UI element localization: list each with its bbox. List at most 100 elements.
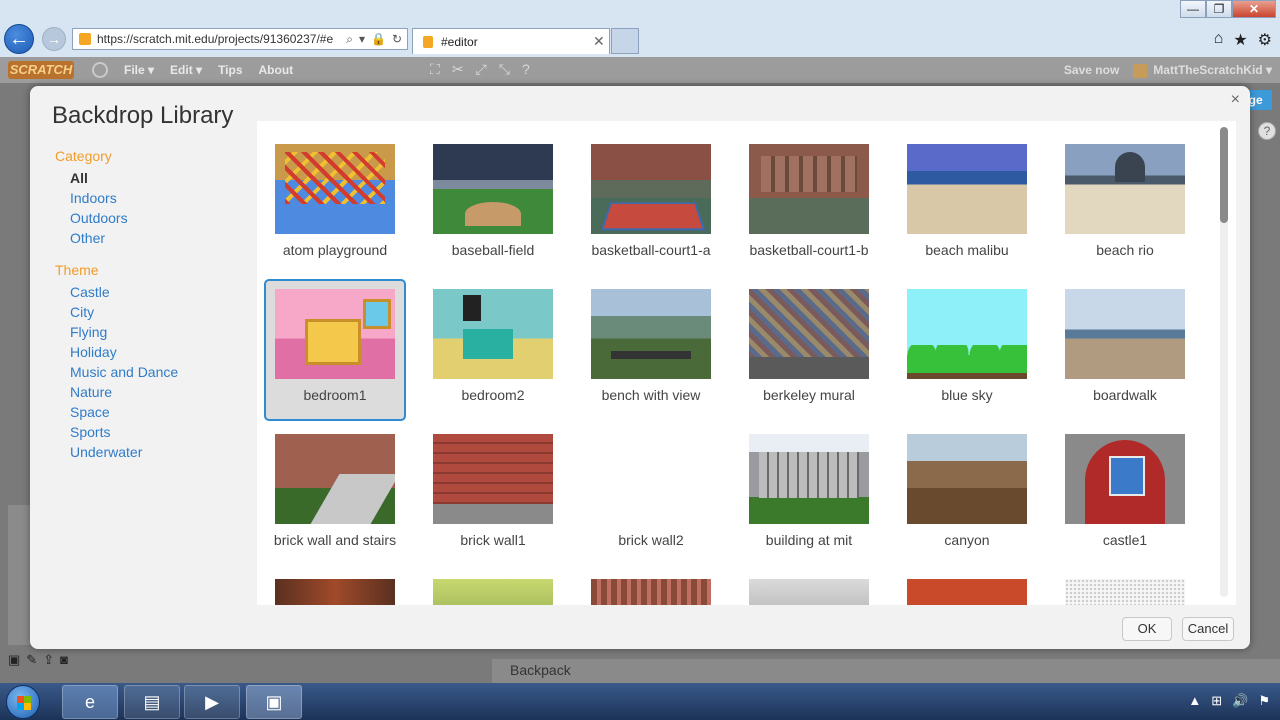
- browser-tab[interactable]: #editor ✕: [412, 28, 610, 54]
- paint-brush-icon[interactable]: ✎: [26, 652, 37, 668]
- backdrop-blue-sky[interactable]: blue sky: [896, 279, 1038, 421]
- site-favicon-icon: [79, 33, 91, 45]
- grid-scrollbar[interactable]: [1220, 127, 1228, 597]
- category-outdoors[interactable]: Outdoors: [55, 208, 255, 228]
- category-all[interactable]: All: [55, 168, 255, 188]
- backdrop-brick-wall1[interactable]: brick wall1: [422, 424, 564, 566]
- save-now-button[interactable]: Save now: [1064, 63, 1119, 78]
- paint-image-icon[interactable]: ▣: [8, 652, 20, 668]
- backdrop-thumbnail: [433, 434, 553, 524]
- scratch-menubar: SCRATCH File ▾ Edit ▾ Tips About ⛶ ✂ ⤢ ⤡…: [0, 57, 1280, 83]
- backpack-bar[interactable]: Backpack: [492, 659, 1280, 683]
- windows-taskbar: e ▤ ▶ ▣ ▲ ⊞ 🔊 ⚑: [0, 683, 1280, 720]
- backdrop-label: brick wall and stairs: [273, 532, 397, 548]
- camera-icon[interactable]: ◙: [60, 652, 68, 668]
- search-icon[interactable]: ⌕: [346, 32, 353, 47]
- upload-icon[interactable]: ⇪: [43, 652, 54, 668]
- backdrop-boardwalk[interactable]: boardwalk: [1054, 279, 1196, 421]
- close-window-button[interactable]: ✕: [1232, 0, 1276, 18]
- favorites-star-icon[interactable]: ★: [1233, 30, 1247, 50]
- backdrop-thumbnail: [275, 144, 395, 234]
- about-menu[interactable]: About: [259, 63, 294, 77]
- category-indoors[interactable]: Indoors: [55, 188, 255, 208]
- backdrop-baseball-field[interactable]: baseball-field: [422, 134, 564, 276]
- backdrop-thumbnail: [907, 144, 1027, 234]
- tab-close-icon[interactable]: ✕: [593, 33, 609, 50]
- file-explorer-icon[interactable]: ▤: [124, 685, 180, 719]
- backdrop-thumbnail: [591, 289, 711, 379]
- restore-button[interactable]: ❐: [1206, 0, 1232, 18]
- shrink-icon[interactable]: ⤡: [499, 61, 510, 78]
- address-bar[interactable]: https://scratch.mit.edu/projects/9136023…: [72, 28, 408, 50]
- backdrop-brick-wall-and-stairs[interactable]: brick wall and stairs: [264, 424, 406, 566]
- backdrop-partial[interactable]: [580, 569, 722, 605]
- action-center-icon[interactable]: ⚑: [1258, 693, 1270, 709]
- cut-scissors-icon[interactable]: ✂: [452, 61, 464, 78]
- backdrop-partial[interactable]: [264, 569, 406, 605]
- backdrop-basketball-court1-b[interactable]: basketball-court1-b: [738, 134, 880, 276]
- backdrop-bedroom1[interactable]: bedroom1: [264, 279, 406, 421]
- duplicate-stamp-icon[interactable]: ⛶: [430, 61, 440, 78]
- backdrop-castle1[interactable]: castle1: [1054, 424, 1196, 566]
- user-folder-icon: [1133, 63, 1148, 78]
- settings-gear-icon[interactable]: ⚙: [1258, 30, 1272, 50]
- backdrop-label: castle1: [1102, 532, 1148, 548]
- backdrop-berkeley-mural[interactable]: berkeley mural: [738, 279, 880, 421]
- backdrop-partial[interactable]: [738, 569, 880, 605]
- scrollbar-thumb[interactable]: [1220, 127, 1228, 223]
- theme-underwater[interactable]: Underwater: [55, 442, 255, 462]
- theme-city[interactable]: City: [55, 302, 255, 322]
- scratch-logo[interactable]: SCRATCH: [8, 61, 74, 79]
- media-player-icon[interactable]: ▶: [184, 685, 240, 719]
- minimize-button[interactable]: —: [1180, 0, 1206, 18]
- edit-menu[interactable]: Edit ▾: [170, 63, 202, 77]
- volume-icon[interactable]: 🔊: [1232, 693, 1248, 709]
- backdrop-label: berkeley mural: [763, 387, 855, 403]
- backdrop-bench-with-view[interactable]: bench with view: [580, 279, 722, 421]
- backdrop-partial[interactable]: [1054, 569, 1196, 605]
- backdrop-bedroom2[interactable]: bedroom2: [422, 279, 564, 421]
- user-menu[interactable]: MattTheScratchKid ▾: [1133, 63, 1272, 78]
- theme-nature[interactable]: Nature: [55, 382, 255, 402]
- forward-arrow-icon[interactable]: →: [42, 27, 66, 51]
- backdrop-basketball-court1-a[interactable]: basketball-court1-a: [580, 134, 722, 276]
- backdrop-atom-playground[interactable]: atom playground: [264, 134, 406, 276]
- start-button[interactable]: [6, 685, 40, 719]
- backdrop-partial[interactable]: [896, 569, 1038, 605]
- help-circle-icon[interactable]: ?: [1258, 122, 1276, 140]
- tips-menu[interactable]: Tips: [218, 63, 242, 77]
- refresh-icon[interactable]: ↻: [392, 32, 402, 47]
- file-menu[interactable]: File ▾: [124, 63, 154, 77]
- url-text[interactable]: https://scratch.mit.edu/projects/9136023…: [97, 32, 346, 46]
- backdrop-brick-wall2[interactable]: brick wall2: [580, 424, 722, 566]
- backdrop-label: baseball-field: [451, 242, 535, 258]
- tray-expand-icon[interactable]: ▲: [1188, 693, 1201, 709]
- theme-sports[interactable]: Sports: [55, 422, 255, 442]
- grow-icon[interactable]: ⤢: [476, 61, 487, 78]
- language-globe-icon[interactable]: [92, 62, 108, 78]
- theme-castle[interactable]: Castle: [55, 282, 255, 302]
- home-icon[interactable]: ⌂: [1214, 30, 1224, 50]
- theme-holiday[interactable]: Holiday: [55, 342, 255, 362]
- lock-icon[interactable]: 🔒: [371, 32, 386, 47]
- dialog-close-icon[interactable]: ×: [1231, 91, 1240, 109]
- backdrop-beach-rio[interactable]: beach rio: [1054, 134, 1196, 276]
- back-arrow-icon[interactable]: ←: [4, 24, 34, 54]
- theme-music-and-dance[interactable]: Music and Dance: [55, 362, 255, 382]
- backdrop-canyon[interactable]: canyon: [896, 424, 1038, 566]
- dropdown-icon[interactable]: ▾: [359, 32, 365, 47]
- internet-explorer-icon[interactable]: e: [62, 685, 118, 719]
- screen-recorder-icon[interactable]: ▣: [246, 685, 302, 719]
- backdrop-partial[interactable]: [422, 569, 564, 605]
- category-other[interactable]: Other: [55, 228, 255, 248]
- help-question-icon[interactable]: ?: [522, 61, 530, 78]
- windows-flag-icon[interactable]: ⊞: [1211, 693, 1222, 709]
- backdrop-label: basketball-court1-a: [591, 242, 711, 258]
- backdrop-beach-malibu[interactable]: beach malibu: [896, 134, 1038, 276]
- theme-flying[interactable]: Flying: [55, 322, 255, 342]
- cancel-button[interactable]: Cancel: [1182, 617, 1234, 641]
- ok-button[interactable]: OK: [1122, 617, 1172, 641]
- theme-space[interactable]: Space: [55, 402, 255, 422]
- new-tab-button[interactable]: [611, 28, 639, 54]
- backdrop-building-at-mit[interactable]: building at mit: [738, 424, 880, 566]
